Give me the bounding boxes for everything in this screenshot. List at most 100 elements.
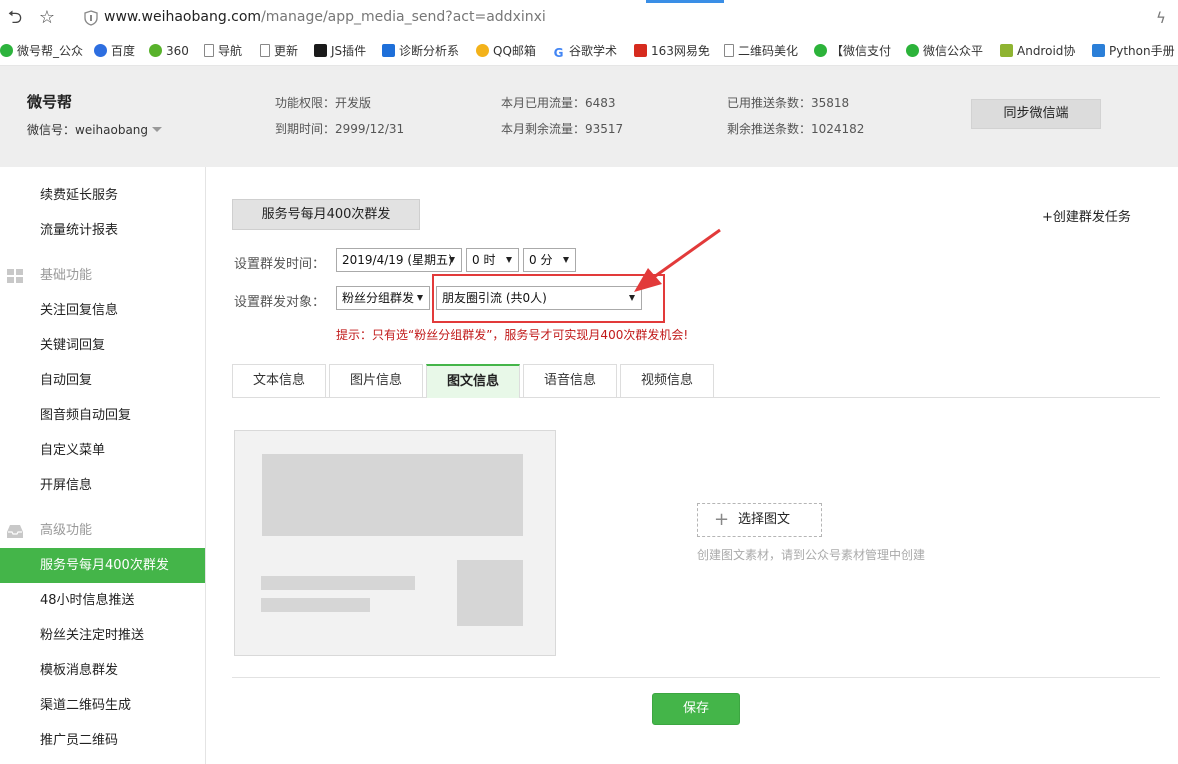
baidu-paw-icon <box>94 44 107 57</box>
sidebar-item-channel-qrcode[interactable]: 渠道二维码生成 <box>0 688 205 723</box>
bookmark-label: JS插件 <box>331 44 367 58</box>
choose-article-label: 选择图文 <box>738 512 791 527</box>
bookmark-label: 二维码美化 <box>738 44 799 58</box>
dropdown-arrow-icon <box>506 257 512 263</box>
active-tab-indicator <box>646 0 724 3</box>
subtitle-placeholder <box>261 598 370 612</box>
sidebar-group-advanced: 高级功能 <box>0 513 205 548</box>
grid-icon <box>7 269 23 283</box>
bookmarks-bar: 微号帮_公众 百度 360 导航 更新 JS插件 诊断分析系 QQ邮箱 G 谷歌学… <box>0 36 1178 66</box>
sidebar-group-label: 高级功能 <box>40 523 93 538</box>
tab-image[interactable]: 图片信息 <box>329 364 423 397</box>
tab-article[interactable]: 图文信息 <box>426 364 520 398</box>
bookmark-item[interactable]: 百度 <box>94 42 135 60</box>
used-push-text: 已用推送条数：35818 <box>727 96 850 110</box>
minute-select[interactable]: 0 分 <box>523 248 576 272</box>
lightning-icon[interactable]: ϟ <box>1156 9 1166 27</box>
wechat-account-switcher[interactable]: 微信号：weihaobang <box>27 121 163 138</box>
bookmark-label: Python手册 <box>1109 44 1175 58</box>
bookmark-item[interactable]: Android协 <box>1000 42 1075 60</box>
sidebar-item-follow-reply[interactable]: 关注回复信息 <box>0 293 205 328</box>
sidebar-item-promoter-qrcode[interactable]: 推广员二维码 <box>0 723 205 758</box>
remaining-push-text: 剩余推送条数：1024182 <box>727 122 865 136</box>
sidebar-item-traffic-report[interactable]: 流量统计报表 <box>0 213 205 248</box>
minute-select-value: 0 分 <box>529 253 553 267</box>
page-icon <box>724 44 734 57</box>
bookmark-item[interactable]: JS插件 <box>314 42 366 60</box>
sync-wechat-button[interactable]: 同步微信端 <box>971 99 1101 129</box>
main-content: 服务号每月400次群发 +创建群发任务 设置群发时间： 2019/4/19 (星… <box>206 167 1178 764</box>
tab-voice[interactable]: 语音信息 <box>523 364 617 397</box>
sidebar-item-mass-send-400[interactable]: 服务号每月400次群发 <box>0 548 205 583</box>
bookmark-item[interactable]: 163网易免 <box>634 42 710 60</box>
cover-placeholder <box>262 454 523 536</box>
undo-icon[interactable]: ⮌ <box>3 6 27 30</box>
bookmark-label: 微号帮_公众 <box>17 44 84 58</box>
bookmark-item[interactable]: Python手册 <box>1092 42 1175 60</box>
date-select[interactable]: 2019/4/19 (星期五) <box>336 248 462 272</box>
sidebar-item-renewal[interactable]: 续费延长服务 <box>0 178 205 213</box>
tab-video[interactable]: 视频信息 <box>620 364 714 397</box>
star-icon[interactable]: ☆ <box>35 6 59 30</box>
js-icon <box>314 44 327 57</box>
sidebar-item-splash-info[interactable]: 开屏信息 <box>0 468 205 503</box>
dropdown-arrow-icon <box>563 257 569 263</box>
annotation-arrow-icon <box>634 228 721 292</box>
url-domain: www.weihaobang.com <box>104 9 262 25</box>
bookmark-item[interactable]: 微信公众平 <box>906 42 983 60</box>
send-target-label: 设置群发对象： <box>234 295 326 310</box>
wechat-icon <box>906 44 919 57</box>
sidebar-item-template-mass-send[interactable]: 模板消息群发 <box>0 653 205 688</box>
sidebar-group-label: 基础功能 <box>40 268 93 283</box>
bookmark-item[interactable]: 诊断分析系 <box>382 42 459 60</box>
shield-icon <box>84 10 98 26</box>
bookmark-item[interactable]: QQ邮箱 <box>476 42 536 60</box>
divider <box>232 677 1160 678</box>
bookmark-item[interactable]: G 谷歌学术 <box>552 42 617 60</box>
bookmark-item[interactable]: 【微信支付 <box>814 42 891 60</box>
article-preview-card <box>234 430 556 656</box>
remaining-traffic-text: 本月剩余流量：93517 <box>501 122 624 136</box>
create-task-link[interactable]: +创建群发任务 <box>1042 206 1131 225</box>
plus-icon: + <box>714 509 730 530</box>
choose-article-hint: 创建图文素材，请到公众号素材管理中创建 <box>697 548 926 562</box>
page-icon <box>204 44 214 57</box>
bookmark-label: 微信公众平 <box>923 44 984 58</box>
brand-name: 微号帮 <box>27 93 73 111</box>
bookmark-label: 导航 <box>218 44 243 58</box>
sidebar-item-auto-reply[interactable]: 自动回复 <box>0 363 205 398</box>
diagnosis-icon <box>382 44 395 57</box>
expire-text: 到期时间：2999/12/31 <box>275 122 405 136</box>
tip-text: 提示：只有选“粉丝分组群发”，服务号才可实现月400次群发机会! <box>336 328 689 342</box>
browser-address-bar: ⮌ ☆ www.weihaobang.com/manage/app_media_… <box>0 0 1178 36</box>
wechat-green-icon <box>0 44 13 57</box>
qq-mail-icon <box>476 44 489 57</box>
bookmark-item[interactable]: 导航 <box>204 42 242 60</box>
bookmark-label: QQ邮箱 <box>493 44 536 58</box>
url-field[interactable]: www.weihaobang.com/manage/app_media_send… <box>104 9 546 25</box>
tab-text[interactable]: 文本信息 <box>232 364 326 397</box>
sidebar-group-basic: 基础功能 <box>0 258 205 293</box>
sidebar-item-media-auto-reply[interactable]: 图音频自动回复 <box>0 398 205 433</box>
sidebar-item-follow-timed-push[interactable]: 粉丝关注定时推送 <box>0 618 205 653</box>
inbox-icon <box>7 525 23 538</box>
choose-article-button[interactable]: + 选择图文 <box>697 503 822 537</box>
bookmark-label: 更新 <box>274 44 299 58</box>
hour-select[interactable]: 0 时 <box>466 248 519 272</box>
message-type-tabs: 文本信息 图片信息 图文信息 语音信息 视频信息 <box>232 364 1160 398</box>
bookmark-item[interactable]: 更新 <box>260 42 298 60</box>
sidebar-item-custom-menu[interactable]: 自定义菜单 <box>0 433 205 468</box>
target-type-select[interactable]: 粉丝分组群发 <box>336 286 430 310</box>
sidebar-item-48h-push[interactable]: 48小时信息推送 <box>0 583 205 618</box>
bookmark-label: 163网易免 <box>651 44 710 58</box>
save-button[interactable]: 保存 <box>652 693 740 725</box>
bookmark-item[interactable]: 二维码美化 <box>724 42 798 60</box>
task-tab-mass-send[interactable]: 服务号每月400次群发 <box>232 199 420 230</box>
title-placeholder <box>261 576 415 590</box>
sidebar-item-keyword-reply[interactable]: 关键词回复 <box>0 328 205 363</box>
hour-select-value: 0 时 <box>472 253 496 267</box>
thumb-placeholder <box>457 560 523 626</box>
bookmark-label: Android协 <box>1017 44 1076 58</box>
bookmark-item[interactable]: 360 <box>149 42 189 60</box>
bookmark-item[interactable]: 微号帮_公众 <box>0 42 83 60</box>
